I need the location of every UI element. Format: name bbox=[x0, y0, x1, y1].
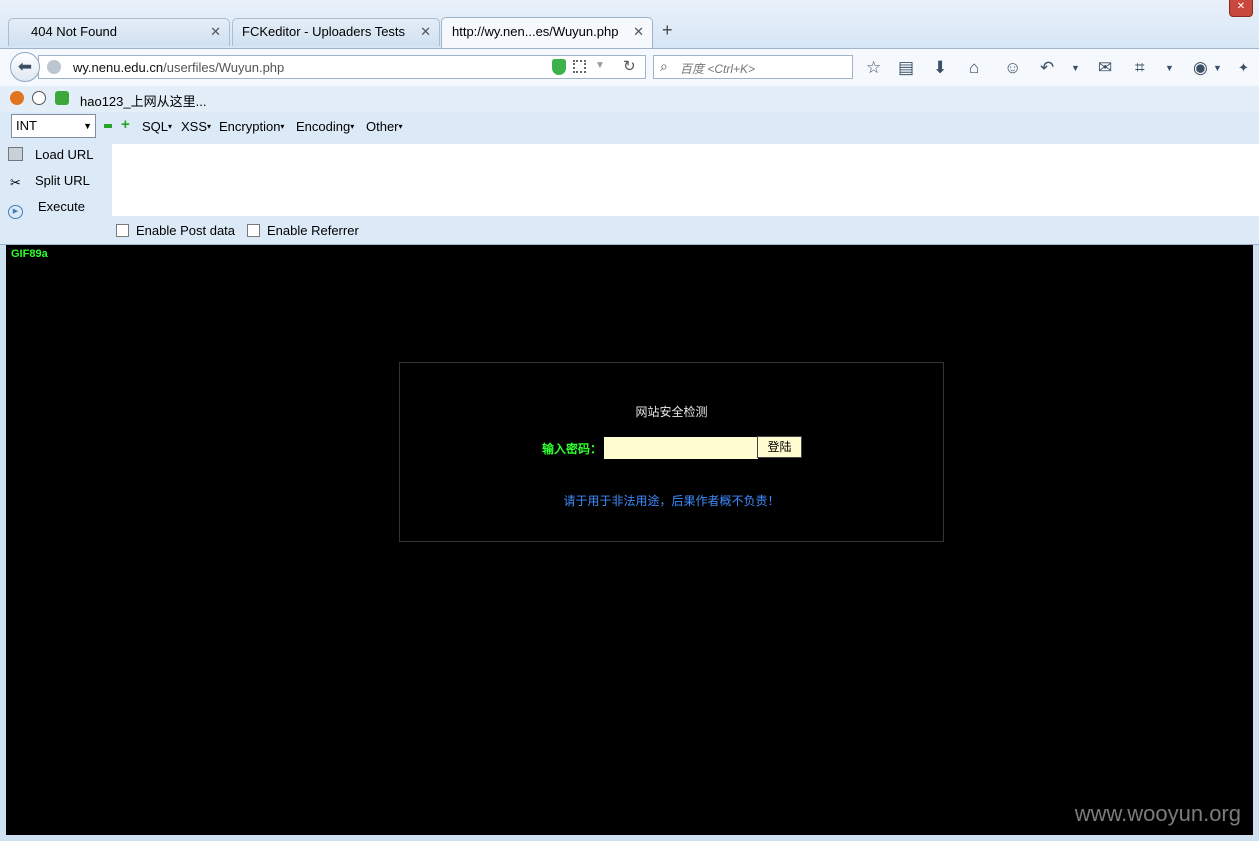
scissors-icon: ✂ bbox=[10, 175, 21, 190]
window-close-button[interactable]: ✕ bbox=[1229, 0, 1253, 17]
url-text[interactable]: wy.nenu.edu.cn/userfiles/Wuyun.php bbox=[73, 60, 284, 75]
new-tab-button[interactable]: + bbox=[662, 20, 673, 41]
tab-wuyun-php[interactable]: http://wy.nen...es/Wuyun.php ✕ bbox=[441, 17, 653, 48]
execute-button[interactable]: ▶ Execute bbox=[8, 199, 85, 219]
plus-icon[interactable]: + bbox=[121, 117, 130, 132]
minus-icon[interactable] bbox=[104, 124, 112, 128]
menu-other[interactable]: Other▾ bbox=[366, 119, 403, 134]
dropdown-arrow-icon[interactable]: ▼ bbox=[595, 60, 605, 71]
back-button[interactable]: ⬅ bbox=[10, 52, 40, 82]
download-icon[interactable]: ⬇ bbox=[933, 58, 947, 78]
checkbox-box[interactable] bbox=[247, 224, 260, 237]
navigation-toolbar: wy.nenu.edu.cn/userfiles/Wuyun.php ▼ ↻ ⬅… bbox=[0, 48, 1259, 87]
type-select[interactable]: INT ▼ bbox=[11, 114, 96, 138]
gif-header-text: GIF89a bbox=[11, 248, 48, 260]
tab-close-icon[interactable]: ✕ bbox=[210, 19, 221, 45]
emoji-icon[interactable]: ☺ bbox=[1004, 58, 1021, 78]
extension-icon[interactable]: ◉ bbox=[1193, 58, 1208, 78]
tab-label: 404 Not Found bbox=[31, 24, 118, 39]
url-bar[interactable]: wy.nenu.edu.cn/userfiles/Wuyun.php ▼ ↻ bbox=[38, 55, 646, 79]
checkbox-box[interactable] bbox=[116, 224, 129, 237]
login-button[interactable]: 登陆 bbox=[757, 436, 802, 458]
chevron-down-icon: ▼ bbox=[83, 121, 92, 131]
home-icon[interactable]: ⌂ bbox=[969, 58, 979, 78]
split-url-button[interactable]: ✂ Split URL bbox=[8, 173, 90, 190]
crop-dropdown-icon[interactable]: ▼ bbox=[1165, 58, 1174, 78]
undo-icon[interactable]: ↶ bbox=[1040, 58, 1054, 78]
login-title: 网站安全检测 bbox=[635, 405, 708, 419]
tab-close-icon[interactable]: ✕ bbox=[633, 18, 644, 46]
hackbar-panel: INT ▼ + SQL▾ XSS▾ Encryption▾ Encoding▾ … bbox=[0, 112, 1259, 245]
watermark: www.wooyun.org bbox=[1074, 801, 1241, 826]
menu-encryption[interactable]: Encryption▾ bbox=[219, 119, 284, 134]
globe-icon bbox=[47, 60, 61, 74]
extension-dropdown-icon[interactable]: ▼ bbox=[1213, 58, 1222, 78]
qr-code-icon[interactable] bbox=[573, 60, 586, 73]
window-border bbox=[0, 835, 1259, 841]
chat-icon[interactable]: ✉ bbox=[1098, 58, 1112, 78]
bookmark-hao123[interactable]: hao123_上网从这里... bbox=[80, 91, 206, 110]
cookie-icon[interactable] bbox=[32, 91, 46, 105]
tab-404-not-found[interactable]: 404 Not Found ✕ bbox=[8, 18, 230, 46]
load-url-icon bbox=[8, 147, 23, 161]
tab-fckeditor[interactable]: FCKeditor - Uploaders Tests ✕ bbox=[232, 18, 440, 46]
tab-label: http://wy.nen...es/Wuyun.php bbox=[452, 24, 619, 39]
reload-icon[interactable]: ↻ bbox=[623, 57, 636, 75]
crop-icon[interactable]: ⌗ bbox=[1135, 58, 1145, 78]
password-input[interactable] bbox=[604, 437, 758, 459]
search-placeholder: 百度 <Ctrl+K> bbox=[680, 62, 756, 76]
enable-referrer-checkbox[interactable]: Enable Referrer bbox=[247, 223, 359, 238]
search-input[interactable]: ⌕ 百度 <Ctrl+K> bbox=[653, 55, 853, 79]
menu-icon[interactable]: ✦ bbox=[1238, 58, 1249, 78]
load-url-button[interactable]: Load URL bbox=[8, 147, 94, 162]
menu-encoding[interactable]: Encoding▾ bbox=[296, 119, 354, 134]
bookmarks-toolbar: hao123_上网从这里... bbox=[0, 86, 1259, 112]
bookmark-star-icon[interactable]: ☆ bbox=[866, 58, 881, 78]
hao123-icon[interactable] bbox=[55, 91, 69, 105]
enable-post-data-checkbox[interactable]: Enable Post data bbox=[116, 223, 235, 238]
tab-close-icon[interactable]: ✕ bbox=[420, 19, 431, 45]
page-content: GIF89a 网站安全检测 输入密码： 登陆 请于用于非法用途，后果作者概不负责… bbox=[6, 245, 1253, 835]
menu-sql[interactable]: SQL▾ bbox=[142, 119, 172, 134]
play-icon: ▶ bbox=[8, 205, 23, 219]
url-textarea[interactable] bbox=[112, 144, 1259, 216]
search-icon: ⌕ bbox=[660, 58, 668, 74]
bookmarks-list-icon[interactable]: ▤ bbox=[898, 58, 914, 78]
password-label: 输入密码： bbox=[542, 442, 603, 456]
warning-text: 请于用于非法用途，后果作者概不负责！ bbox=[563, 494, 780, 508]
shield-icon[interactable] bbox=[552, 59, 566, 75]
firebug-icon[interactable] bbox=[10, 91, 24, 105]
undo-dropdown-icon[interactable]: ▼ bbox=[1071, 58, 1080, 78]
menu-xss[interactable]: XSS▾ bbox=[181, 119, 211, 134]
login-panel: 网站安全检测 输入密码： 登陆 请于用于非法用途，后果作者概不负责！ bbox=[399, 362, 944, 542]
tab-label: FCKeditor - Uploaders Tests bbox=[242, 24, 406, 39]
tab-strip: 404 Not Found ✕ FCKeditor - Uploaders Te… bbox=[0, 0, 1259, 48]
